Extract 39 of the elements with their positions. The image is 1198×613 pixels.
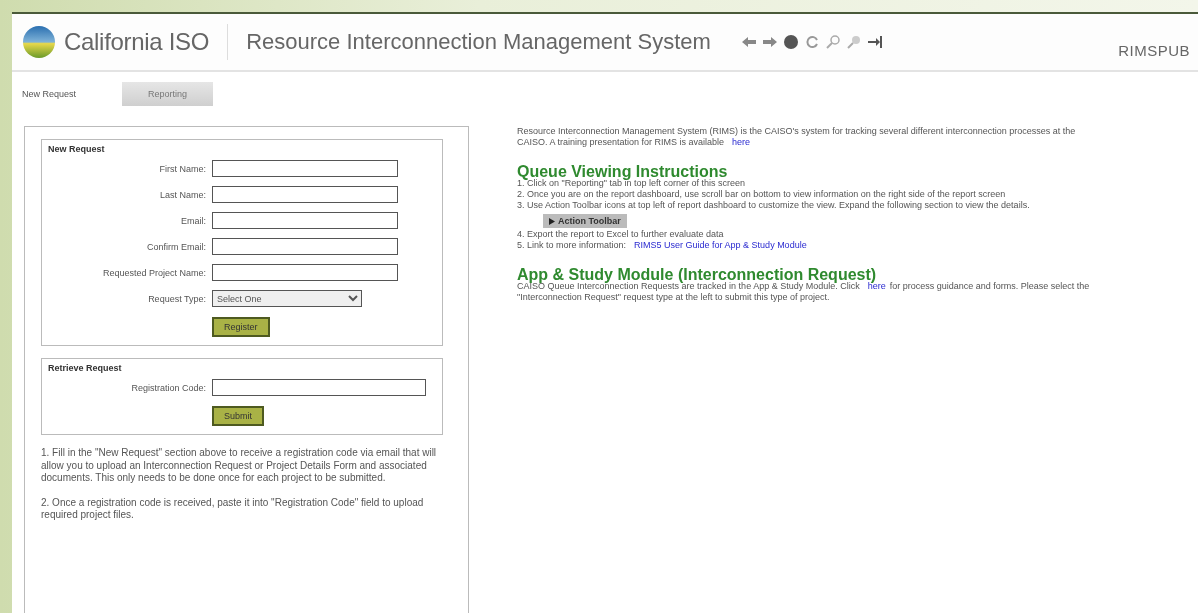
field-label: Request Type: (147, 293, 207, 304)
field-label: First Name: (158, 163, 207, 174)
guidance-link[interactable]: here (867, 281, 886, 291)
input-field[interactable] (212, 238, 398, 255)
action-toolbar-toggle[interactable]: Action Toolbar (543, 214, 627, 228)
submit-button[interactable]: Submit (212, 406, 264, 426)
field-label: Registration Code: (130, 382, 207, 393)
forward-arrow-icon[interactable] (761, 34, 778, 50)
app-title: Resource Interconnection Management System (246, 29, 711, 55)
register-button[interactable]: Register (212, 317, 270, 337)
section-title: Retrieve Request (48, 363, 123, 373)
input-field[interactable] (212, 212, 398, 229)
training-link[interactable]: here (732, 137, 751, 147)
input-field[interactable] (212, 160, 398, 177)
field-label: Confirm Email: (146, 241, 207, 252)
field-label: Email: (180, 215, 207, 226)
back-arrow-icon[interactable] (740, 34, 757, 50)
user-guide-link[interactable]: RIMS5 User Guide for App & Study Module (634, 240, 807, 250)
input-field[interactable] (212, 264, 398, 281)
instruction-note: 2. Once a registration code is received, paste it into "Registration Code" field to upload required project files. (41, 496, 425, 522)
user-name: RIMSPUB (1118, 41, 1190, 59)
request-type-dropdown[interactable]: Select One (212, 290, 362, 307)
section-title: New Request (48, 144, 106, 154)
instruction-text: 2. Once you are on the report dashboard, use scroll bar on bottom to view information on the right side of the report screen (517, 189, 1007, 200)
input-field[interactable] (212, 379, 426, 396)
field-label: Requested Project Name: (101, 267, 207, 278)
instruction-text: 3. Use Action Toolbar icons at top left of report dashboard to customize the view. Expand the following section to view the details. (517, 200, 1031, 211)
brand-name: California ISO (64, 28, 210, 56)
instruction-note: 1. Fill in the "New Request" section above to receive a registration code via email that will allow you to upload an Interconnection Request or Project Details Form and associated documents. This only needs to be done once for each project to be submitted. (41, 447, 438, 485)
input-field[interactable] (212, 186, 398, 203)
tab[interactable]: New Request (20, 82, 103, 106)
logout-icon[interactable] (866, 34, 883, 50)
field-label: Last Name: (158, 189, 207, 200)
circle-icon[interactable] (782, 34, 799, 50)
expand-triangle-icon (549, 217, 555, 225)
instruction-text: 5. Link to more information: RIMS5 User Guide for App & Study Module (517, 240, 808, 251)
instruction-text: 4. Export the report to Excel to further evaluate data (517, 229, 725, 240)
intro-paragraph: Resource Interconnection Management System (RIMS) is the CAISO's system for tracking several different interconnection processes at the CAISO. A training presentation for RIMS is available here (517, 126, 1077, 148)
globe-logo-icon (22, 25, 56, 59)
